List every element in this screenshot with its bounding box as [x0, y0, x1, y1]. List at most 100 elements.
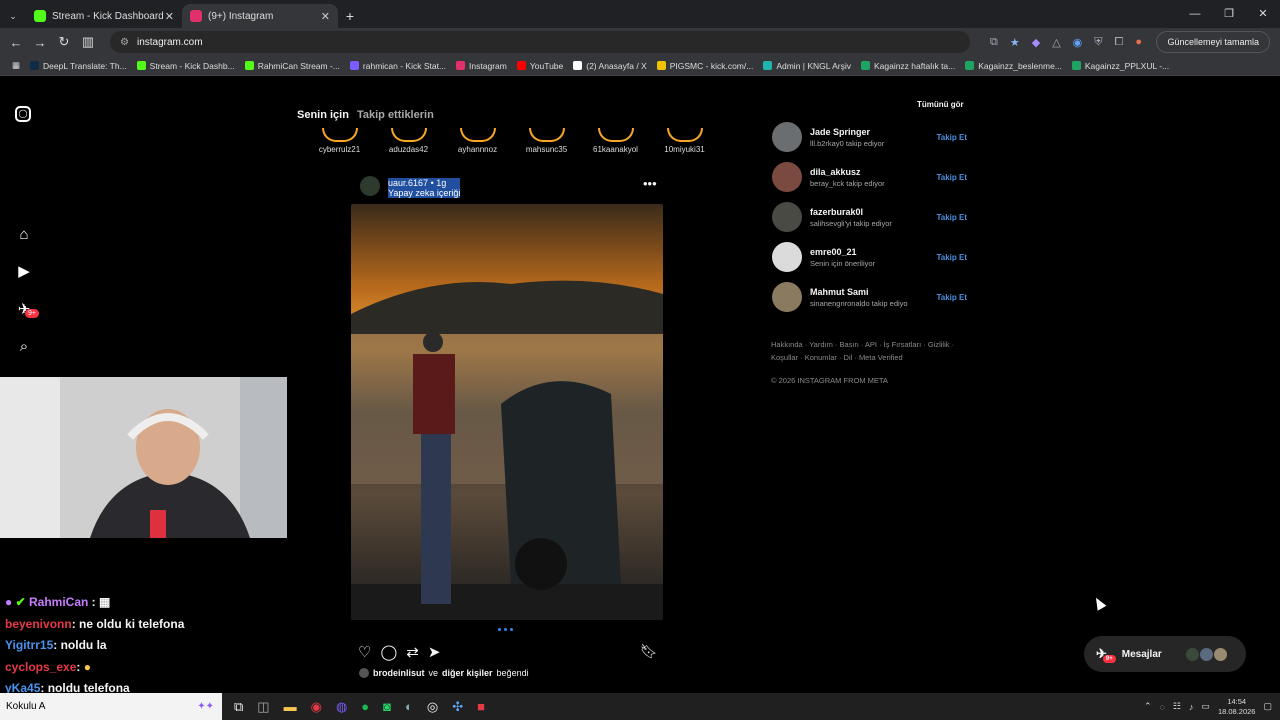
- bookmark-item[interactable]: Admin | KNGL Arşiv: [763, 61, 851, 71]
- tray-chevron-icon[interactable]: ⌃: [1144, 701, 1152, 712]
- suggestion-avatar[interactable]: [772, 202, 802, 232]
- post-image[interactable]: [351, 204, 663, 620]
- bookmark-item[interactable]: YouTube: [516, 61, 563, 71]
- extension-icon[interactable]: ◉: [1073, 36, 1083, 49]
- task-view-icon[interactable]: ⧉: [234, 699, 243, 715]
- post-avatar[interactable]: [360, 176, 380, 196]
- close-window-icon[interactable]: ✕: [1246, 0, 1280, 28]
- home-icon[interactable]: ⌂: [15, 226, 33, 244]
- bookmark-item[interactable]: Kagainzz_beslenme...: [965, 61, 1062, 71]
- notifications-icon[interactable]: ▢: [1263, 701, 1272, 712]
- bookmark-item[interactable]: PIGSMC - kick.com/...: [656, 61, 753, 71]
- app-icon[interactable]: ✣: [452, 699, 463, 715]
- forward-icon[interactable]: →: [28, 35, 52, 50]
- instagram-logo-icon[interactable]: ◯: [15, 106, 31, 122]
- display-icon[interactable]: ▭: [1201, 701, 1210, 712]
- install-icon[interactable]: ⧉: [990, 36, 998, 49]
- follow-button[interactable]: Takip Et: [936, 213, 967, 222]
- bookmark-item[interactable]: (2) Anasayfa / X: [573, 61, 647, 71]
- reels-icon[interactable]: ▶: [15, 263, 33, 281]
- minimize-icon[interactable]: —: [1178, 0, 1212, 28]
- follow-button[interactable]: Takip Et: [936, 173, 967, 182]
- discord-icon[interactable]: ◍: [336, 699, 347, 715]
- footer-links[interactable]: Hakkında · Yardım · Basın · API · İş Fır…: [771, 338, 961, 364]
- tab-following[interactable]: Takip ettiklerin: [357, 109, 434, 121]
- tab-instagram[interactable]: (9+) Instagram ✕: [182, 4, 338, 28]
- story-item[interactable]: 10miyuki31: [650, 128, 719, 154]
- update-button[interactable]: Güncellemeyi tamamla: [1156, 31, 1270, 53]
- address-bar[interactable]: ⚙ instagram.com: [110, 31, 970, 53]
- extension-icon[interactable]: △: [1052, 36, 1060, 49]
- obs-icon[interactable]: ◎: [427, 699, 438, 715]
- bookmark-item[interactable]: Stream - Kick Dashb...: [136, 61, 235, 71]
- likes-others-link[interactable]: diğer kişiler: [442, 668, 493, 678]
- tab-search-icon[interactable]: ⌄: [0, 4, 26, 28]
- taskbar-search[interactable]: Kokulu A ✦✦: [0, 693, 222, 720]
- follow-button[interactable]: Takip Et: [936, 253, 967, 262]
- puzzle-icon[interactable]: ⧠: [1115, 36, 1124, 49]
- steam-icon[interactable]: ◐: [405, 699, 413, 715]
- app-icon[interactable]: ■: [477, 699, 485, 715]
- suggestion-name[interactable]: dila_akkusz: [810, 167, 936, 177]
- suggestion-name[interactable]: emre00_21: [810, 247, 936, 257]
- spotify-icon[interactable]: ●: [361, 699, 369, 715]
- restore-icon[interactable]: ❐: [1212, 0, 1246, 28]
- apps-grid-icon[interactable]: ▦: [12, 60, 20, 71]
- clock[interactable]: 14:54 18.08.2026: [1218, 697, 1256, 717]
- bookmark-item[interactable]: Kagainzz_PPLXUL -...: [1071, 61, 1169, 71]
- shield-icon[interactable]: ⛨: [1094, 36, 1102, 49]
- bookmark-item[interactable]: RahmiCan Stream -...: [244, 61, 340, 71]
- suggestion-name[interactable]: Jade Springer: [810, 127, 936, 137]
- see-all-link[interactable]: Tümünü gör: [917, 100, 964, 109]
- suggestion-subtitle: Senin için öneriliyor: [810, 258, 876, 268]
- bookmark-item[interactable]: Kagainzz haftalık ta...: [860, 61, 955, 71]
- volume-icon[interactable]: ♪: [1189, 702, 1194, 712]
- bookmark-star-icon[interactable]: ★: [1010, 36, 1020, 49]
- sidebar-icon[interactable]: ▥: [76, 34, 100, 50]
- like-icon[interactable]: ♡: [358, 643, 371, 661]
- suggestion-name[interactable]: fazerburak0l: [810, 207, 936, 217]
- share-icon[interactable]: ➤: [428, 643, 441, 661]
- chat-text: : ne oldu ki telefona: [71, 616, 185, 631]
- app-icon[interactable]: ◫: [257, 699, 269, 715]
- liker-username[interactable]: brodeinlisut: [373, 668, 425, 678]
- chrome-icon[interactable]: ◉: [311, 699, 322, 715]
- extension-icon[interactable]: ◆: [1032, 36, 1040, 49]
- bookmark-item[interactable]: Instagram: [456, 61, 507, 71]
- bookmark-item[interactable]: DeepL Translate: Th...: [30, 61, 127, 71]
- repost-icon[interactable]: ⇄: [406, 643, 419, 661]
- story-item[interactable]: aduzdas42: [374, 128, 443, 154]
- suggestion-avatar[interactable]: [772, 122, 802, 152]
- follow-button[interactable]: Takip Et: [936, 133, 967, 142]
- default-avatar-icon[interactable]: [772, 242, 802, 272]
- reload-icon[interactable]: ↻: [52, 34, 76, 50]
- search-icon[interactable]: ⌕: [15, 338, 33, 356]
- suggestion-avatar[interactable]: [772, 162, 802, 192]
- messages-button[interactable]: ✈ 9+ Mesajlar: [1084, 636, 1246, 672]
- comment-icon[interactable]: ◯: [380, 643, 397, 661]
- profile-avatar[interactable]: ●: [1135, 36, 1142, 49]
- emoji-icon: ●: [83, 659, 91, 674]
- save-icon[interactable]: 🔖︎: [640, 643, 658, 660]
- post-username[interactable]: uaur.6167: [388, 178, 428, 188]
- tab-kick-dashboard[interactable]: Stream - Kick Dashboard ✕: [26, 4, 182, 28]
- story-item[interactable]: ayhannnoz: [443, 128, 512, 154]
- tray-app-icon[interactable]: ◌: [1159, 702, 1164, 712]
- site-info-icon[interactable]: ⚙: [120, 37, 129, 48]
- story-item[interactable]: mahsunc35: [512, 128, 581, 154]
- bookmark-item[interactable]: rahmican - Kick Stat...: [349, 61, 446, 71]
- back-icon[interactable]: ←: [4, 35, 28, 50]
- file-explorer-icon[interactable]: ▬: [284, 699, 297, 715]
- tab-close-icon[interactable]: ✕: [165, 10, 174, 23]
- story-item[interactable]: cyberrulz21: [305, 128, 374, 154]
- new-tab-icon[interactable]: +: [338, 4, 362, 28]
- suggestion-avatar[interactable]: [772, 282, 802, 312]
- story-item[interactable]: 61kaanakyol: [581, 128, 650, 154]
- tab-close-icon[interactable]: ✕: [321, 10, 330, 23]
- suggestion-name[interactable]: Mahmut Sami: [810, 287, 936, 297]
- follow-button[interactable]: Takip Et: [936, 293, 967, 302]
- tab-for-you[interactable]: Senin için: [297, 109, 349, 121]
- network-icon[interactable]: ☷: [1173, 701, 1181, 712]
- post-more-icon[interactable]: •••: [643, 176, 657, 191]
- whatsapp-icon[interactable]: ◙: [383, 699, 391, 715]
